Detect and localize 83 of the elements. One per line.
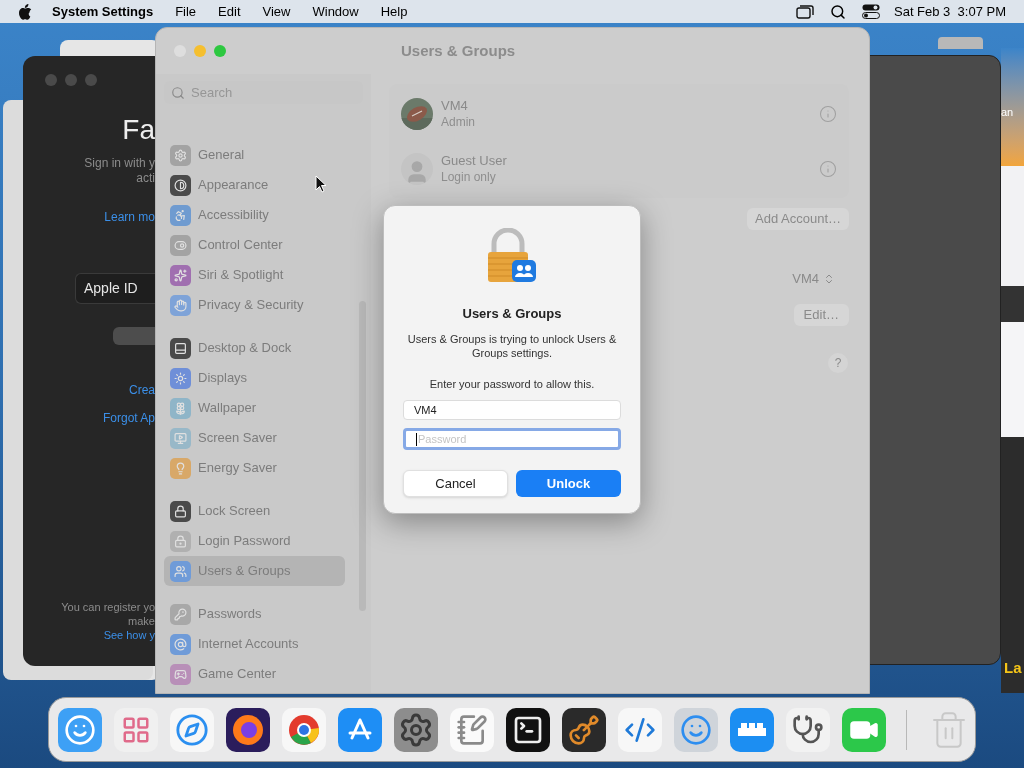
username-field[interactable]: VM4 [403, 400, 621, 420]
create-link[interactable]: Crea [129, 381, 155, 399]
padlock-icon [486, 228, 538, 284]
scrollbar[interactable] [359, 301, 366, 611]
sidebar-item[interactable]: Appearance [164, 170, 345, 200]
video-camera-icon[interactable] [842, 707, 886, 752]
fox-icon[interactable] [226, 707, 270, 752]
person-icon [401, 152, 433, 185]
menu-item[interactable]: Edit [218, 1, 241, 22]
sidebar-item[interactable]: Wallpaper [164, 393, 345, 423]
window-icon[interactable] [796, 4, 814, 19]
info-icon[interactable] [819, 104, 837, 123]
window-control[interactable] [45, 74, 57, 86]
sidebar-item[interactable]: General [164, 140, 345, 170]
mouse-pointer-icon [315, 175, 327, 193]
app-grid-icon[interactable] [114, 707, 158, 752]
sidebar-item[interactable]: Privacy & Security [164, 290, 345, 320]
face-icon[interactable] [58, 707, 102, 752]
panel-text: La [1003, 660, 1023, 675]
window-title: Users & Groups [401, 40, 516, 61]
user-row[interactable]: Guest User Login only [389, 141, 849, 196]
add-account-button[interactable]: Add Account… [747, 208, 849, 230]
window-control[interactable] [65, 74, 77, 86]
window-heading: Fa [122, 116, 155, 144]
sidebar-item[interactable]: Screen Saver [164, 423, 345, 453]
sidebar-item[interactable]: Energy Saver [164, 453, 345, 483]
store-icon[interactable] [338, 707, 382, 752]
sidebar-item[interactable]: Passwords [164, 599, 345, 629]
chevrons-icon [823, 273, 835, 285]
sidebar-item[interactable]: Accessibility [164, 200, 345, 230]
password-field[interactable]: Password [403, 428, 621, 450]
sidebar-item[interactable]: Siri & Spotlight [164, 260, 345, 290]
user-role: Login only [441, 168, 497, 186]
panel-text: an [1001, 105, 1014, 120]
sidebar-item[interactable]: Users & Groups [164, 556, 345, 586]
help-button[interactable]: ? [828, 353, 848, 373]
menu-item[interactable]: View [262, 1, 291, 22]
search-icon[interactable] [830, 3, 846, 20]
unlock-button[interactable]: Unlock [516, 470, 621, 497]
see-how-link[interactable]: See how y [103, 628, 155, 642]
dark-panel [1001, 286, 1024, 322]
dialog-message: Users & Groups is trying to unlock Users & Groups settings. [406, 331, 618, 360]
apple-id-field[interactable]: Apple ID [75, 273, 155, 304]
sidebar-item[interactable]: Game Center [164, 659, 345, 689]
user-role: Admin [441, 113, 476, 131]
gear-icon[interactable] [394, 707, 438, 752]
sidebar-item[interactable]: Displays [164, 363, 345, 393]
edit-button[interactable]: Edit… [793, 304, 849, 326]
footer-text: make [128, 614, 155, 628]
description-text: Sign in with y [84, 156, 155, 171]
clock[interactable]: Sat Feb 3 3:07 PM [894, 1, 1006, 22]
menu-item[interactable]: Window [312, 1, 359, 22]
apple-logo-icon[interactable] [18, 3, 32, 20]
footer-text: You can register yo [61, 600, 155, 614]
terminal-icon[interactable] [506, 707, 550, 752]
toggles-icon[interactable] [862, 4, 880, 19]
cancel-button[interactable]: Cancel [403, 470, 508, 497]
description-text: acti [136, 171, 155, 186]
learn-more-link[interactable]: Learn mo [104, 208, 155, 226]
user-row[interactable]: VM4 Admin [389, 86, 849, 141]
user-name: Guest User [441, 151, 508, 169]
sidebar-item[interactable]: Login Password [164, 526, 345, 556]
user-name: VM4 [441, 96, 469, 114]
search-icon [171, 85, 185, 100]
sidebar-item[interactable]: Control Center [164, 230, 345, 260]
ring-icon[interactable] [282, 707, 326, 752]
code-icon[interactable] [618, 707, 662, 752]
sidebar-item[interactable]: Lock Screen [164, 496, 345, 526]
user-popup[interactable]: VM4 [792, 268, 835, 290]
stethoscope-icon[interactable] [786, 707, 830, 752]
window-control[interactable] [85, 74, 97, 86]
notepad-icon[interactable] [450, 707, 494, 752]
sidebar-item[interactable]: Internet Accounts [164, 629, 345, 659]
menu-item[interactable]: File [175, 1, 197, 22]
app-menu[interactable]: System Settings [52, 1, 154, 22]
guitar-icon[interactable] [562, 707, 606, 752]
forgot-link[interactable]: Forgot Ap [102, 409, 155, 427]
menu-item[interactable]: Help [380, 1, 408, 22]
sidebar-item[interactable]: Desktop & Dock [164, 333, 345, 363]
dialog-prompt: Enter your password to allow this. [429, 376, 595, 392]
compass-icon[interactable] [170, 707, 214, 752]
info-icon[interactable] [819, 159, 837, 178]
dialog-title: Users & Groups [462, 305, 562, 323]
